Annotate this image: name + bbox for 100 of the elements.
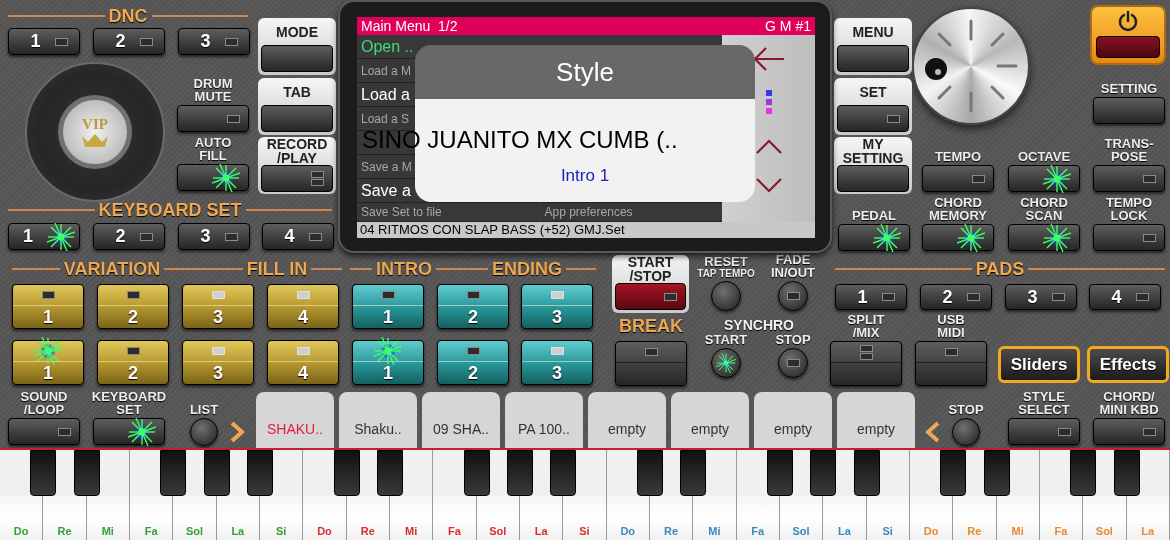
note-label: Fa [751,525,765,537]
note-label: Re [967,525,982,537]
dial-knob[interactable] [912,7,1030,125]
panel-button[interactable] [838,224,910,251]
panel-button[interactable]: 2 [97,340,169,385]
sharp-key[interactable] [550,450,577,496]
sharp-key[interactable] [333,450,360,496]
sharp-key[interactable] [463,450,490,496]
panel-button[interactable]: 1 [835,284,907,310]
control-label: CHORD MEMORY [929,196,987,222]
panel-button[interactable]: Sliders [998,346,1080,383]
panel-button[interactable]: 4 [262,223,334,250]
panel-button[interactable]: 2 [93,28,165,55]
style-slot[interactable]: SHAKU.. [256,392,334,448]
panel-button[interactable]: 3 [178,223,250,250]
panel-button[interactable]: 1 [12,340,84,385]
sharp-key[interactable] [30,450,57,496]
panel-button[interactable]: 3 [521,284,593,329]
style-slot[interactable]: 09 SHA.. [422,392,500,448]
panel-button[interactable]: 2 [920,284,992,310]
sharp-key[interactable] [983,450,1010,496]
control-sublabel: TAP TEMPO [697,268,755,279]
style-part: Intro 1 [560,164,610,187]
chevron-right-icon[interactable] [229,421,245,443]
chevron-down-icon[interactable] [753,177,784,195]
panel-button[interactable] [261,165,333,192]
power-button[interactable] [1090,5,1166,65]
control-label: RESET [704,255,748,268]
panel-button[interactable]: 1 [8,28,80,55]
panel-button[interactable]: 3 [1005,284,1077,310]
note-label: Mi [101,525,114,537]
control-label: SPLIT /MIX [847,313,885,339]
section-label: VARIATION [63,257,161,281]
panel-button[interactable]: 3 [182,340,254,385]
note-label: Fa [448,525,461,537]
control-label: FADE IN/OUT [770,253,816,279]
control-label: USB MIDI [937,313,965,339]
panel-button[interactable]: 1 [352,284,424,329]
panel-button[interactable] [778,348,808,378]
panel-button[interactable]: 3 [178,28,250,55]
panel-button[interactable]: Effects [1087,346,1169,383]
control-label: RECORD /PLAY [266,137,328,165]
control-label: DRUM MUTE [193,77,233,103]
panel-button[interactable] [93,418,165,445]
control-label: STOP [948,403,984,416]
style-slot[interactable]: empty [837,392,915,448]
note-label: La [231,525,245,537]
panel-button[interactable]: 3 [182,284,254,329]
panel-button[interactable] [837,105,909,132]
control-label: PEDAL [851,209,897,222]
panel-button[interactable] [830,341,902,386]
panel-button[interactable] [1008,165,1080,192]
panel-button[interactable] [922,224,994,251]
sharp-key[interactable] [940,450,967,496]
style-slot[interactable]: Shaku.. [339,392,417,448]
panel-button[interactable] [177,164,249,191]
panel-button[interactable]: 2 [437,340,509,385]
panel-button[interactable]: 2 [437,284,509,329]
chevron-left-icon[interactable] [925,421,941,443]
style-slot[interactable]: empty [588,392,666,448]
sharp-key[interactable] [160,450,187,496]
panel-button[interactable]: 3 [521,340,593,385]
note-label: La [534,525,548,537]
section-label: ENDING [492,257,562,281]
panel-button[interactable]: 2 [93,223,165,250]
panel-button[interactable]: 1 [352,340,424,385]
style-slot[interactable]: empty [754,392,832,448]
control-label: SOUND /LOOP [20,390,68,416]
sharp-key[interactable] [203,450,230,496]
sharp-key[interactable] [73,450,100,496]
control-label: CHORD/ MINI KBD [1099,390,1159,416]
sharp-key[interactable] [810,450,837,496]
control-label: MY SETTING [842,137,904,165]
panel-button[interactable]: 2 [97,284,169,329]
control-label: CHORD SCAN [1020,196,1068,222]
section-label: FILL IN [246,257,308,281]
style-slot[interactable]: empty [671,392,749,448]
note-label: Do [620,525,636,537]
note-label: Re [360,525,375,537]
sharp-key[interactable] [1070,450,1097,496]
panel-button[interactable]: 4 [267,284,339,329]
note-label: Si [275,525,287,537]
panel-button[interactable] [615,283,686,310]
note-label: Fa [144,525,158,537]
panel-button[interactable]: 4 [1089,284,1161,310]
piano-keyboard[interactable]: Do Re Mi Fa Sol La Si Do Re Mi Fa Sol La Si Do Re Mi Fa Sol La Si Do Re Mi Fa Sol La [0,448,1170,540]
panel-button[interactable] [778,281,808,311]
sharp-key[interactable] [1113,450,1140,496]
style-slot[interactable]: PA 100.. [505,392,583,448]
dots-icon [764,89,773,115]
control-label: OCTAVE [1017,150,1071,163]
note-label: Sol [792,525,810,537]
sharp-key[interactable] [853,450,880,496]
section-label: DNC [108,4,148,28]
section-label: INTRO [376,257,432,281]
panel-button[interactable] [1008,224,1080,251]
panel-button[interactable]: 1 [8,223,80,250]
sharp-key[interactable] [680,450,707,496]
panel-button[interactable]: 4 [267,340,339,385]
panel-button[interactable]: 1 [12,284,84,329]
